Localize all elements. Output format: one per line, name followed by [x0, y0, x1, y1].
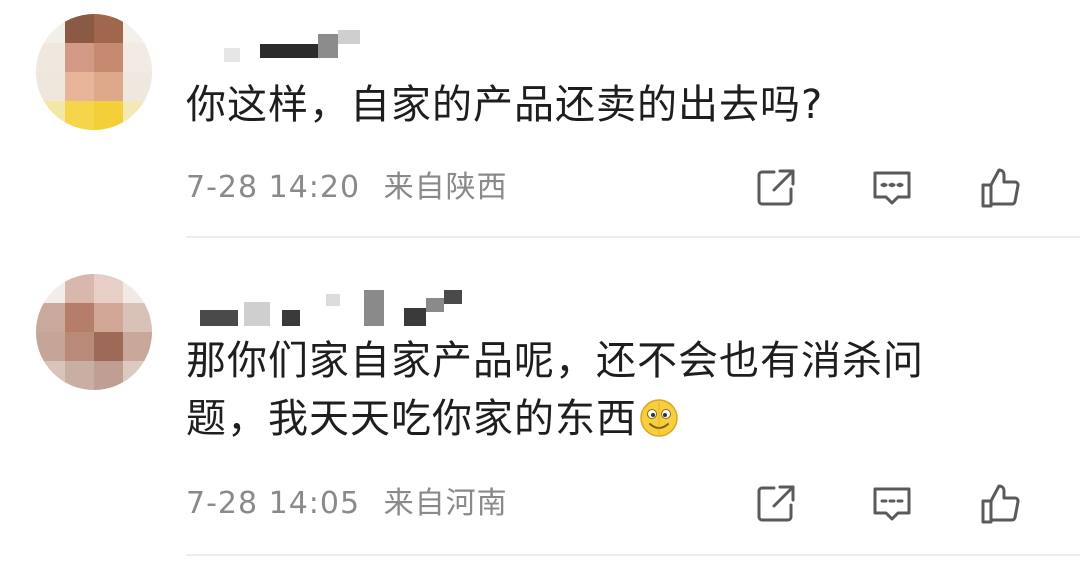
thumbs-up-icon: [981, 168, 1020, 208]
location-label: 来自河南: [383, 486, 508, 521]
comment-text-line-2: 题，我天天吃你家的东西: [186, 390, 1026, 448]
comment-text-line-1: 那你们家自家产品呢，还不会也有消杀问: [186, 338, 924, 384]
blurred-avatar-image: [36, 14, 152, 130]
reply-button[interactable]: [868, 480, 916, 528]
username-obscured[interactable]: [186, 26, 506, 66]
timestamp: 7-28 14:20: [186, 170, 361, 205]
share-button[interactable]: [752, 164, 800, 212]
share-icon: [757, 169, 795, 206]
avatar[interactable]: [36, 274, 152, 390]
thumbs-up-icon: [981, 484, 1020, 524]
comment-text: 你这样，自家的产品还卖的出去吗?: [186, 82, 824, 128]
comment-text: 那你们家自家产品呢，还不会也有消杀问 题，我天天吃你家的东西: [186, 332, 1026, 448]
like-button[interactable]: [976, 480, 1024, 528]
comment-meta: 7-28 14:05 来自河南: [186, 484, 508, 524]
comment-actions: [736, 164, 1036, 212]
reply-button[interactable]: [868, 164, 916, 212]
share-icon: [757, 485, 795, 522]
divider: [186, 554, 1080, 556]
comment-item: 那你们家自家产品呢，还不会也有消杀问 题，我天天吃你家的东西 7-28 14:0…: [0, 238, 1080, 580]
location-label: 来自陕西: [383, 170, 508, 205]
comment-meta: 7-28 14:20 来自陕西: [186, 168, 508, 208]
comment-icon: [873, 487, 911, 521]
comment-icon: [873, 171, 911, 205]
username-obscured[interactable]: [186, 286, 486, 326]
comment-text-line-2-text: 题，我天天吃你家的东西: [186, 396, 637, 442]
blurred-avatar-image: [36, 274, 152, 390]
like-button[interactable]: [976, 164, 1024, 212]
emoji-icon: [640, 399, 678, 437]
avatar[interactable]: [36, 14, 152, 130]
share-button[interactable]: [752, 480, 800, 528]
comment-actions: [736, 480, 1036, 528]
timestamp: 7-28 14:05: [186, 486, 361, 521]
comment-item: 你这样，自家的产品还卖的出去吗? 7-28 14:20 来自陕西: [0, 0, 1080, 238]
